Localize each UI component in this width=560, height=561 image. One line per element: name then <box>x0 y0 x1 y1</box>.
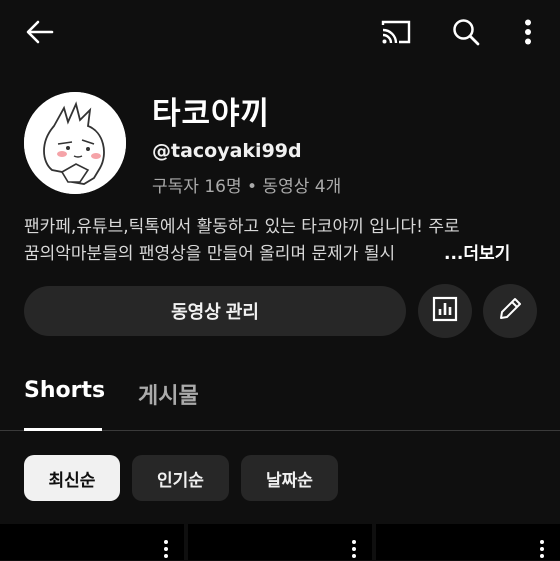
channel-tabs: Shorts 게시물 <box>0 362 560 431</box>
channel-description[interactable]: 팬카페,유튜브,틱톡에서 활동하고 있는 타코야끼 입니다! 주로 꿈의악마분들… <box>24 214 544 268</box>
more-vert-icon[interactable] <box>540 540 544 561</box>
more-link[interactable]: ...더보기 <box>444 241 510 268</box>
channel-handle: @tacoyaki99d <box>152 140 302 162</box>
active-tab-indicator <box>24 428 102 431</box>
shorts-thumbnail[interactable] <box>376 524 560 560</box>
description-line-2: 꿈의악마분들의 팬영상을 만들어 올리며 문제가 될시 <box>24 244 396 264</box>
pencil-icon <box>496 295 524 327</box>
chip-latest[interactable]: 최신순 <box>24 455 120 501</box>
more-vert-icon[interactable] <box>164 540 168 561</box>
shorts-thumbnail[interactable] <box>188 524 372 560</box>
more-vert-icon[interactable] <box>352 540 356 561</box>
shorts-thumbnail[interactable] <box>0 524 184 560</box>
edit-channel-button[interactable] <box>483 284 537 338</box>
search-icon[interactable] <box>448 14 484 50</box>
channel-avatar[interactable] <box>24 92 126 194</box>
tab-shorts[interactable]: Shorts <box>24 378 105 403</box>
chip-date[interactable]: 날짜순 <box>241 455 338 501</box>
channel-stats: 구독자 16명 • 동영상 4개 <box>152 177 342 197</box>
back-arrow-icon[interactable] <box>22 14 58 50</box>
tab-posts[interactable]: 게시물 <box>138 378 199 410</box>
channel-name: 타코야끼 <box>152 96 271 132</box>
manage-videos-button[interactable]: 동영상 관리 <box>24 286 406 336</box>
description-line-1: 팬카페,유튜브,틱톡에서 활동하고 있는 타코야끼 입니다! 주로 <box>24 217 460 237</box>
top-app-bar <box>0 0 560 64</box>
more-vert-icon[interactable] <box>510 14 546 50</box>
cast-icon[interactable] <box>378 14 414 50</box>
chip-popular[interactable]: 인기순 <box>132 455 229 501</box>
analytics-icon <box>431 295 459 327</box>
analytics-button[interactable] <box>418 284 472 338</box>
